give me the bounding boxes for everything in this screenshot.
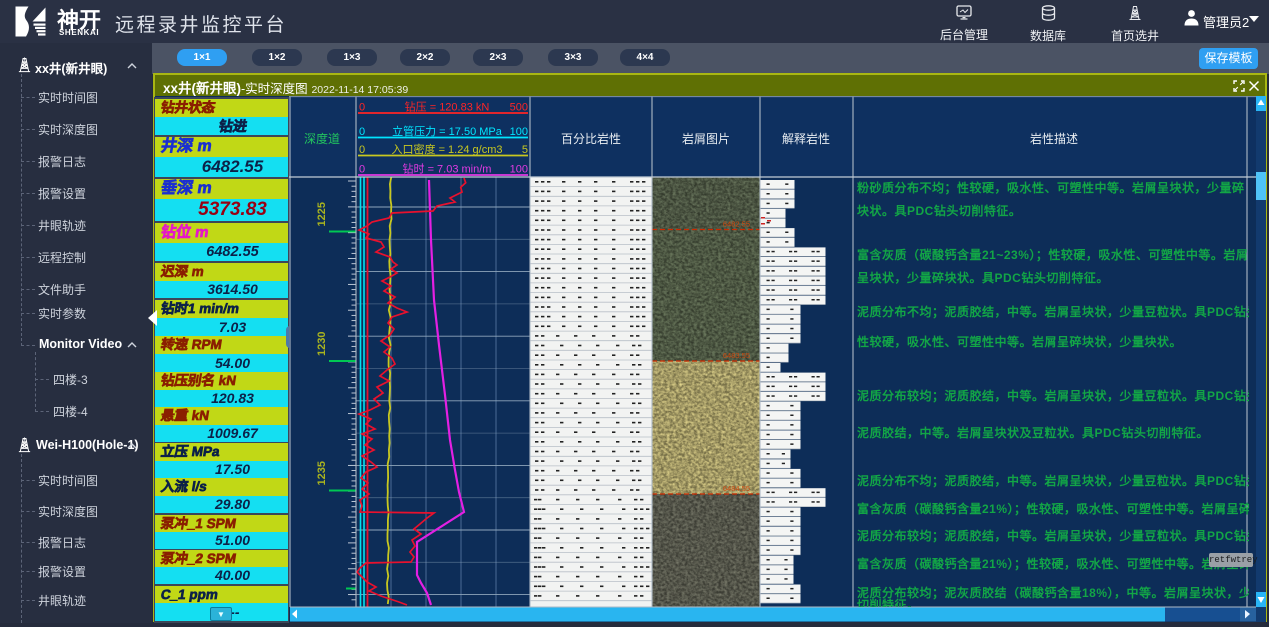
svg-text:5: 5: [522, 144, 528, 156]
svg-text:100: 100: [510, 164, 528, 176]
svg-text:500: 500: [510, 102, 528, 114]
svg-text:6484.55: 6484.55: [723, 484, 750, 493]
svg-text:0: 0: [359, 164, 365, 176]
svg-text:岩性描述: 岩性描述: [1030, 131, 1078, 146]
svg-text:深度道: 深度道: [304, 131, 340, 146]
svg-text:1225: 1225: [316, 202, 328, 226]
svg-text:解释岩性: 解释岩性: [782, 131, 830, 146]
svg-text:立管压力 = 17.50 MPa: 立管压力 = 17.50 MPa: [392, 124, 503, 138]
svg-text:入口密度 = 1.24 g/cm3: 入口密度 = 1.24 g/cm3: [392, 142, 503, 156]
svg-text:岩屑图片: 岩屑图片: [682, 131, 730, 146]
svg-text:0: 0: [359, 102, 365, 114]
svg-text:钻时 = 7.03 min/m: 钻时 = 7.03 min/m: [403, 162, 492, 176]
svg-text:1230: 1230: [316, 332, 328, 356]
svg-text:100: 100: [510, 126, 528, 138]
svg-text:钻压 = 120.83 kN: 钻压 = 120.83 kN: [405, 100, 490, 114]
svg-text:6483.55: 6483.55: [723, 351, 750, 360]
svg-text:1235: 1235: [316, 461, 328, 485]
svg-text:0: 0: [359, 126, 365, 138]
svg-text:百分比岩性: 百分比岩性: [561, 131, 621, 146]
svg-text:6482.55: 6482.55: [723, 220, 750, 229]
svg-text:0: 0: [359, 144, 365, 156]
